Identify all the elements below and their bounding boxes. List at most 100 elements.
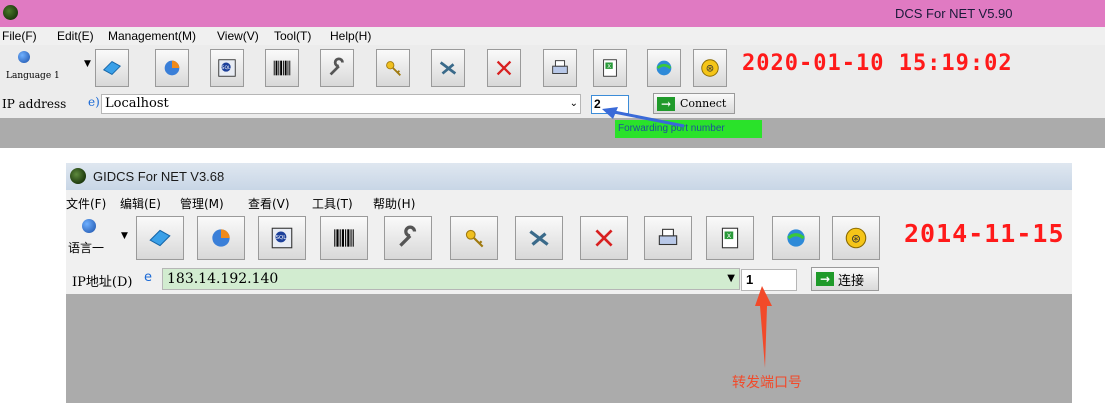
barcode-button[interactable] <box>265 49 299 87</box>
language-label: Language 1 <box>6 71 60 81</box>
window-title: DCS For NET V5.90 <box>895 6 1013 21</box>
ip-address-value: Localhost <box>105 96 169 111</box>
book-icon <box>102 61 122 75</box>
svg-text:SQL: SQL <box>222 65 232 71</box>
menu-bar: File(F) Edit(E) Management(M) View(V) To… <box>0 27 1105 45</box>
barcode-icon <box>273 60 291 76</box>
exit-icon: ⊛ <box>701 59 719 77</box>
arrow-right-icon: → <box>816 272 834 286</box>
excel-button[interactable]: X <box>593 49 627 87</box>
book-button[interactable] <box>136 216 184 260</box>
network-button[interactable] <box>647 49 681 87</box>
menu-view[interactable]: 查看(V) <box>248 195 290 212</box>
menu-tool[interactable]: 工具(T) <box>312 195 353 212</box>
ip-address-combo[interactable]: Localhost ⌄ <box>101 94 581 114</box>
menu-tool[interactable]: Tool(T) <box>274 29 311 43</box>
chart-button[interactable] <box>155 49 189 87</box>
svg-text:X: X <box>727 232 732 240</box>
excel-button[interactable]: X <box>706 216 754 260</box>
pie-icon <box>164 60 180 76</box>
exit-button[interactable]: ⊛ <box>832 216 880 260</box>
svg-text:SQL: SQL <box>276 235 287 241</box>
barcode-icon <box>334 229 354 247</box>
printer-icon <box>658 228 678 246</box>
workspace <box>66 294 1072 403</box>
title-bar: DCS For NET V5.90 <box>0 0 1105 27</box>
tools-icon <box>529 230 549 246</box>
globe-icon <box>787 229 805 247</box>
sql-button[interactable]: SQL <box>258 216 306 260</box>
menu-help[interactable]: 帮助(H) <box>373 195 415 212</box>
menu-view[interactable]: View(V) <box>217 29 259 43</box>
sql-button[interactable]: SQL <box>210 49 244 87</box>
menu-bar: 文件(F) 编辑(E) 管理(M) 查看(V) 工具(T) 帮助(H) <box>66 193 1072 213</box>
barcode-button[interactable] <box>320 216 368 260</box>
key-button[interactable] <box>376 49 410 87</box>
svg-text:⊛: ⊛ <box>851 231 861 245</box>
menu-edit[interactable]: 编辑(E) <box>120 195 161 212</box>
tools-icon <box>439 61 457 75</box>
chevron-down-icon: ▼ <box>84 59 91 69</box>
excel-icon: X <box>721 227 739 249</box>
delete-icon <box>595 229 613 247</box>
title-bar: GIDCS For NET V3.68 <box>66 163 1072 190</box>
wrench-button[interactable] <box>384 216 432 260</box>
ip-address-label: IP地址(D) <box>72 275 133 290</box>
svg-text:X: X <box>607 64 611 70</box>
language-selector[interactable]: 语言一 ▼ <box>68 217 128 261</box>
network-button[interactable] <box>772 216 820 260</box>
toolbar: Language 1 ▼ SQL X ⊛ 2020-01-10 15:19:02 <box>0 45 1105 90</box>
exit-button[interactable]: ⊛ <box>693 49 727 87</box>
menu-management[interactable]: 管理(M) <box>180 195 224 212</box>
chevron-down-icon[interactable]: ⌄ <box>570 95 578 113</box>
menu-management[interactable]: Management(M) <box>108 29 196 43</box>
menu-help[interactable]: Help(H) <box>330 29 371 43</box>
book-button[interactable] <box>95 49 129 87</box>
ie-icon: e) <box>88 95 100 109</box>
app-window-v368: GIDCS For NET V3.68 文件(F) 编辑(E) 管理(M) 查看… <box>66 163 1072 403</box>
print-button[interactable] <box>543 49 577 87</box>
exit-icon: ⊛ <box>845 227 867 249</box>
svg-text:⊛: ⊛ <box>706 64 714 75</box>
window-title: GIDCS For NET V3.68 <box>93 169 225 184</box>
delete-button[interactable] <box>580 216 628 260</box>
clock-display: 2020-01-10 15:19:02 <box>742 51 1013 76</box>
book-icon <box>149 229 171 247</box>
menu-file[interactable]: File(F) <box>2 29 37 43</box>
app-logo-icon <box>3 5 18 20</box>
excel-icon: X <box>603 59 617 77</box>
pie-icon <box>212 229 230 247</box>
annotation-arrow <box>755 286 772 368</box>
key-icon <box>386 61 401 76</box>
ie-icon: e <box>144 270 152 285</box>
app-window-v590: DCS For NET V5.90 File(F) Edit(E) Manage… <box>0 0 1105 148</box>
connect-button[interactable]: → 连接 <box>811 267 879 291</box>
callout-arrow <box>602 107 685 128</box>
key-button[interactable] <box>450 216 498 260</box>
workspace <box>0 118 1105 148</box>
ip-address-value: 183.14.192.140 <box>167 271 279 287</box>
chevron-down-icon[interactable]: ▼ <box>727 269 735 289</box>
address-bar: IP address e) Localhost ⌄ 2 → Connect <box>0 92 1105 118</box>
ip-address-combo[interactable]: 183.14.192.140 ▼ <box>162 268 740 290</box>
toolbar: 语言一 ▼ SQL X ⊛ 2014-11-15 <box>66 213 1072 263</box>
wrench-button[interactable] <box>320 49 354 87</box>
printer-icon <box>552 60 568 74</box>
key-icon <box>465 229 484 248</box>
language-label: 语言一 <box>68 241 105 255</box>
clock-display: 2014-11-15 <box>904 219 1065 248</box>
ip-address-label: IP address <box>2 97 67 111</box>
menu-file[interactable]: 文件(F) <box>66 195 106 212</box>
sql-icon: SQL <box>218 59 236 77</box>
language-selector[interactable]: Language 1 ▼ <box>6 49 91 87</box>
tools-button[interactable] <box>431 49 465 87</box>
wrench-icon <box>399 225 417 247</box>
sql-icon: SQL <box>271 227 293 249</box>
print-button[interactable] <box>644 216 692 260</box>
connect-label: 连接 <box>838 273 865 289</box>
chart-button[interactable] <box>197 216 245 260</box>
delete-button[interactable] <box>487 49 521 87</box>
menu-edit[interactable]: Edit(E) <box>57 29 94 43</box>
annotation-label: 转发端口号 <box>732 375 802 391</box>
tools-button[interactable] <box>515 216 563 260</box>
